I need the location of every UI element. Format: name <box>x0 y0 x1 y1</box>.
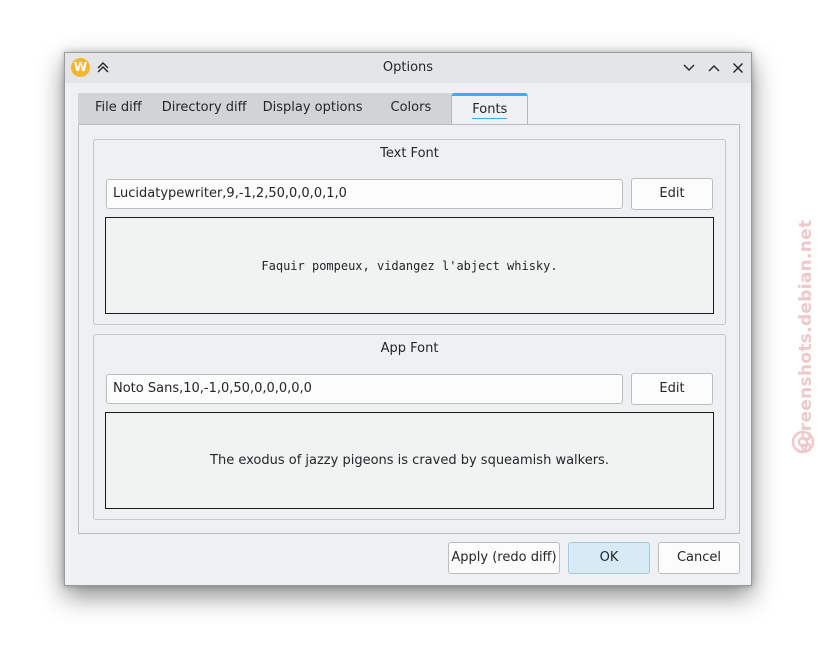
tab-file-diff[interactable]: File diff <box>78 93 154 124</box>
watermark-text: screenshots.debian.net <box>796 219 816 452</box>
app-font-edit-button[interactable]: Edit <box>631 373 713 405</box>
tab-display-options[interactable]: Display options <box>254 93 371 124</box>
tab-bar: File diff Directory diff Display options… <box>78 93 529 125</box>
text-font-field[interactable]: Lucidatypewriter,9,-1,2,50,0,0,0,1,0 <box>106 179 623 209</box>
tab-fonts[interactable]: Fonts <box>451 93 529 125</box>
keep-above-icon[interactable] <box>94 59 112 77</box>
tab-label: Colors <box>390 100 432 115</box>
options-dialog: Options W File diff Directory diff Displ… <box>64 52 752 586</box>
minimize-icon[interactable] <box>680 59 698 77</box>
window-title: Options <box>382 60 434 75</box>
tab-colors[interactable]: Colors <box>370 93 452 124</box>
text-font-group: Text Font Lucidatypewriter,9,-1,2,50,0,0… <box>93 139 726 325</box>
app-font-preview: The exodus of jazzy pigeons is craved by… <box>105 412 714 509</box>
apply-redo-diff-button[interactable]: Apply (redo diff) <box>448 542 560 574</box>
cancel-button[interactable]: Cancel <box>658 542 740 574</box>
tab-directory-diff[interactable]: Directory diff <box>153 93 255 124</box>
text-font-title: Text Font <box>380 146 439 161</box>
maximize-icon[interactable] <box>705 59 723 77</box>
app-font-group: App Font Noto Sans,10,-1,0,50,0,0,0,0,0 … <box>93 334 726 520</box>
tab-label: Display options <box>262 100 363 115</box>
ok-button[interactable]: OK <box>568 542 650 574</box>
app-font-field[interactable]: Noto Sans,10,-1,0,50,0,0,0,0,0 <box>106 374 623 404</box>
close-icon[interactable] <box>729 59 747 77</box>
tab-label: File diff <box>95 100 142 115</box>
text-font-preview-text: Faquir pompeux, vidangez l'abject whisky… <box>261 258 558 273</box>
watermark: screenshots.debian.net <box>790 212 816 462</box>
app-font-preview-text: The exodus of jazzy pigeons is craved by… <box>210 453 609 468</box>
fonts-tab-panel: Text Font Lucidatypewriter,9,-1,2,50,0,0… <box>78 124 740 534</box>
app-icon[interactable]: W <box>71 58 90 77</box>
app-font-title: App Font <box>380 341 439 356</box>
tab-label: Fonts <box>472 102 508 119</box>
titlebar[interactable]: Options W <box>65 53 751 83</box>
tab-label: Directory diff <box>161 100 247 115</box>
text-font-preview: Faquir pompeux, vidangez l'abject whisky… <box>105 217 714 314</box>
text-font-edit-button[interactable]: Edit <box>631 178 713 210</box>
